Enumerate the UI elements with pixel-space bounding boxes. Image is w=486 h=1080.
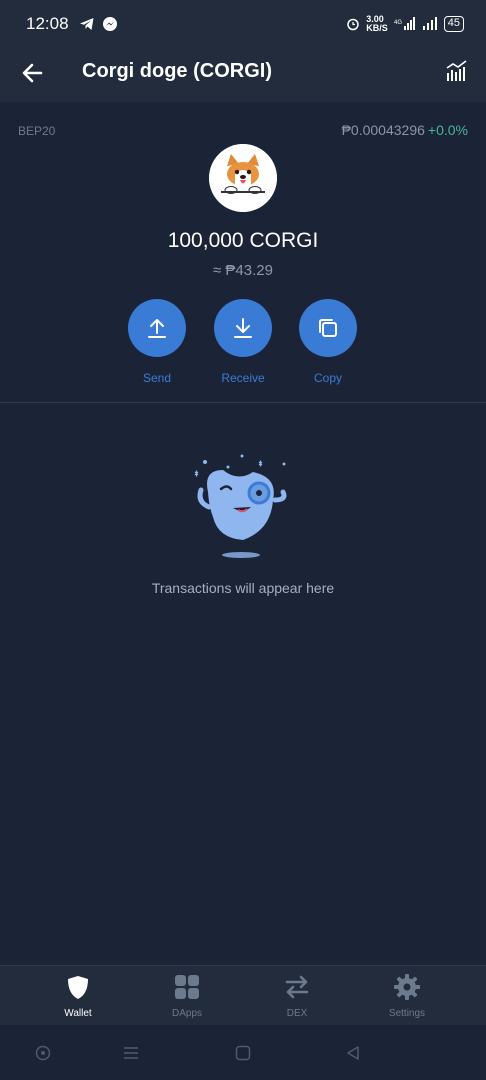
empty-transactions-illustration [194,454,287,558]
status-bar: 12:08 3.00 KB/S 4G 45 [0,0,486,48]
swap-icon [285,975,309,999]
bottom-navigation: Wallet DApps DEX Settings [0,965,486,1025]
arrow-left-icon[interactable] [20,60,46,86]
send-label: Send [142,371,172,385]
price-change: +0.0% [427,122,468,138]
nav-label-dex: DEX [286,1008,308,1019]
empty-state-message: Transactions will appear here [151,580,335,596]
network-label: BEP20 [18,124,56,138]
nav-label-wallet: Wallet [64,1008,92,1019]
alarm-icon [347,18,359,31]
nav-item-wallet[interactable]: Wallet [33,974,123,1019]
upload-icon [148,319,166,338]
receive-label: Receive [221,371,265,385]
copy-button[interactable]: Copy [288,299,368,385]
copy-label: Copy [313,371,342,385]
token-logo [209,144,277,212]
token-summary: BEP20 ₱0.00043296 +0.0% 100,000 CORGI ≈ ₱… [0,102,486,402]
nav-item-settings[interactable]: Settings [362,974,452,1019]
chart-icon[interactable] [444,58,470,84]
messenger-icon [102,17,117,31]
nav-label-settings: Settings [388,1008,426,1019]
copy-icon [319,319,337,337]
network-speed: 3.00 KB/S [366,14,388,33]
price-row: ₱0.00043296 +0.0% [342,122,468,138]
shield-icon [68,976,88,999]
svg-text:4G: 4G [394,20,402,26]
send-button[interactable]: Send [117,299,197,385]
app-header: Corgi doge (CORGI) [0,48,486,102]
page-title: Corgi doge (CORGI) [82,60,272,82]
menu-icon[interactable] [123,1045,139,1061]
telegram-icon [79,18,94,30]
fiat-balance: ≈ ₱43.29 [213,262,273,279]
battery-icon: 45 [443,16,464,32]
system-navigation-bar [0,1025,486,1080]
grid-icon [175,975,199,999]
nav-item-dex[interactable]: DEX [252,974,342,1019]
nav-item-dapps[interactable]: DApps [142,974,232,1019]
receive-circle[interactable] [214,299,272,357]
section-divider [0,402,486,403]
gear-icon [394,974,420,1000]
back-nav-icon[interactable] [345,1045,361,1061]
corgi-logo-icon [209,144,277,212]
home-icon[interactable] [235,1045,251,1061]
send-circle[interactable] [128,299,186,357]
nav-label-dapps: DApps [171,1008,202,1019]
receive-button[interactable]: Receive [203,299,283,385]
status-time: 12:08 [26,14,69,33]
copy-circle[interactable] [299,299,357,357]
action-buttons: Send Receive Copy [0,299,486,389]
status-right-group: 3.00 KB/S 4G 45 [346,15,464,33]
token-balance: 100,000 CORGI [167,229,319,252]
signal-icon [422,17,437,30]
assistant-icon[interactable] [35,1045,51,1061]
download-icon [234,318,252,338]
token-price: ₱0.00043296 [341,122,425,138]
4g-signal-icon: 4G [394,17,415,30]
